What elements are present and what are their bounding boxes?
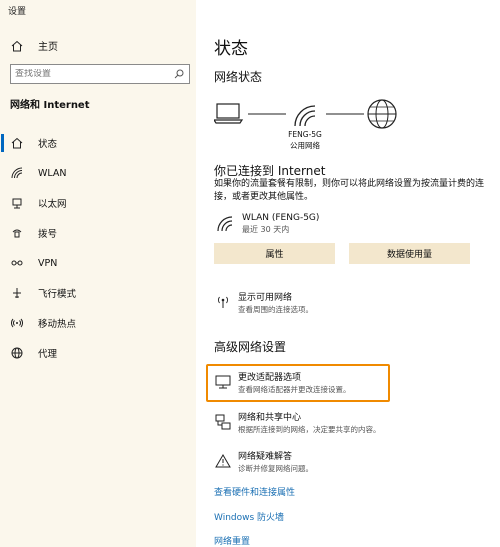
- show-networks-link[interactable]: 显示可用网络 查看周围的连接选项。: [214, 292, 313, 315]
- page-title: 状态: [214, 39, 248, 59]
- sharing-icon: [214, 413, 232, 431]
- sidebar: 设置 主页 网络和 Internet 状态 WLAN: [0, 0, 196, 547]
- troubleshoot-link[interactable]: 网络疑难解答 诊断并修复网络问题。: [214, 451, 313, 474]
- data-usage-button[interactable]: 数据使用量: [349, 243, 470, 264]
- link-title: 网络和共享中心: [238, 413, 302, 423]
- advanced-heading: 高级网络设置: [214, 340, 287, 354]
- sidebar-item-status[interactable]: 状态: [0, 128, 196, 158]
- search-input[interactable]: [15, 69, 173, 79]
- search-box[interactable]: [10, 64, 190, 84]
- sidebar-item-airplane[interactable]: 飞行模式: [0, 278, 196, 308]
- sidebar-item-vpn[interactable]: VPN: [0, 248, 196, 278]
- link-subtitle: 查看周围的连接选项。: [238, 305, 313, 314]
- network-name: FENG-5G: [288, 130, 322, 139]
- network-status-heading: 网络状态: [214, 70, 263, 84]
- sidebar-item-label: 以太网: [38, 199, 67, 210]
- home-icon: [10, 39, 24, 53]
- sidebar-section-title: 网络和 Internet: [10, 100, 90, 111]
- link-title: 显示可用网络: [238, 293, 293, 303]
- sidebar-item-label: VPN: [38, 257, 58, 269]
- airplane-icon: [10, 286, 24, 300]
- sidebar-item-ethernet[interactable]: 以太网: [0, 188, 196, 218]
- connection-sub: 最近 30 天内: [242, 225, 290, 234]
- home-button[interactable]: 主页: [10, 38, 58, 53]
- connected-heading: 你已连接到 Internet: [214, 164, 326, 178]
- sidebar-item-label: WLAN: [38, 167, 67, 179]
- main-content: 状态 网络状态 FENG-5G 公用网络 你已连接到 Internet 如果你的…: [206, 0, 494, 547]
- laptop-icon: [214, 103, 244, 124]
- sidebar-item-label: 代理: [38, 349, 58, 360]
- properties-button[interactable]: 属性: [214, 243, 335, 264]
- adapter-icon: [214, 373, 232, 391]
- sidebar-item-label: 拨号: [38, 229, 58, 240]
- sidebar-item-dialup[interactable]: 拨号: [0, 218, 196, 248]
- home-label: 主页: [38, 42, 58, 53]
- link-title: 更改适配器选项: [238, 373, 302, 383]
- globe-icon: [10, 346, 24, 360]
- network-type: 公用网络: [290, 141, 320, 150]
- sidebar-item-wlan[interactable]: WLAN: [0, 158, 196, 188]
- sidebar-nav: 状态 WLAN 以太网 拨号 VPN 飞行模式 移动热点 代理: [0, 128, 196, 368]
- window-title: 设置: [8, 7, 27, 17]
- home-status-icon: [10, 136, 24, 150]
- vpn-icon: [10, 256, 24, 270]
- firewall-link[interactable]: Windows 防火墙: [214, 510, 284, 523]
- link-subtitle: 查看网络适配器并更改连接设置。: [238, 385, 351, 394]
- search-icon[interactable]: [173, 68, 185, 80]
- hardware-properties-link[interactable]: 查看硬件和连接属性: [214, 485, 295, 498]
- sidebar-item-label: 移动热点: [38, 319, 77, 330]
- network-reset-link[interactable]: 网络重置: [214, 534, 250, 547]
- ethernet-icon: [10, 196, 24, 210]
- sharing-center-link[interactable]: 网络和共享中心 根据所连接到的网络，决定要共享的内容。: [214, 412, 381, 435]
- link-title: 网络疑难解答: [238, 452, 293, 462]
- change-adapter-link[interactable]: 更改适配器选项 查看网络适配器并更改连接设置。: [214, 372, 351, 395]
- wifi-icon: [214, 213, 236, 235]
- wifi-icon: [294, 105, 316, 127]
- sidebar-item-proxy[interactable]: 代理: [0, 338, 196, 368]
- wifi-icon: [10, 166, 24, 180]
- sidebar-item-hotspot[interactable]: 移动热点: [0, 308, 196, 338]
- connection-name: WLAN (FENG-5G): [242, 213, 320, 223]
- sidebar-item-label: 状态: [38, 139, 58, 150]
- network-antenna-icon: [214, 293, 232, 311]
- dialup-icon: [10, 226, 24, 240]
- warning-icon: [214, 452, 232, 470]
- connection-info: WLAN (FENG-5G) 最近 30 天内: [214, 212, 319, 235]
- hotspot-icon: [10, 316, 24, 330]
- connected-description: 如果你的流量套餐有限制，则你可以将此网络设置为按流量计费的连接，或者更改其他属性…: [214, 179, 485, 202]
- sidebar-item-label: 飞行模式: [38, 289, 77, 300]
- globe-icon: [367, 99, 397, 129]
- link-subtitle: 根据所连接到的网络，决定要共享的内容。: [238, 425, 381, 434]
- link-subtitle: 诊断并修复网络问题。: [238, 464, 313, 473]
